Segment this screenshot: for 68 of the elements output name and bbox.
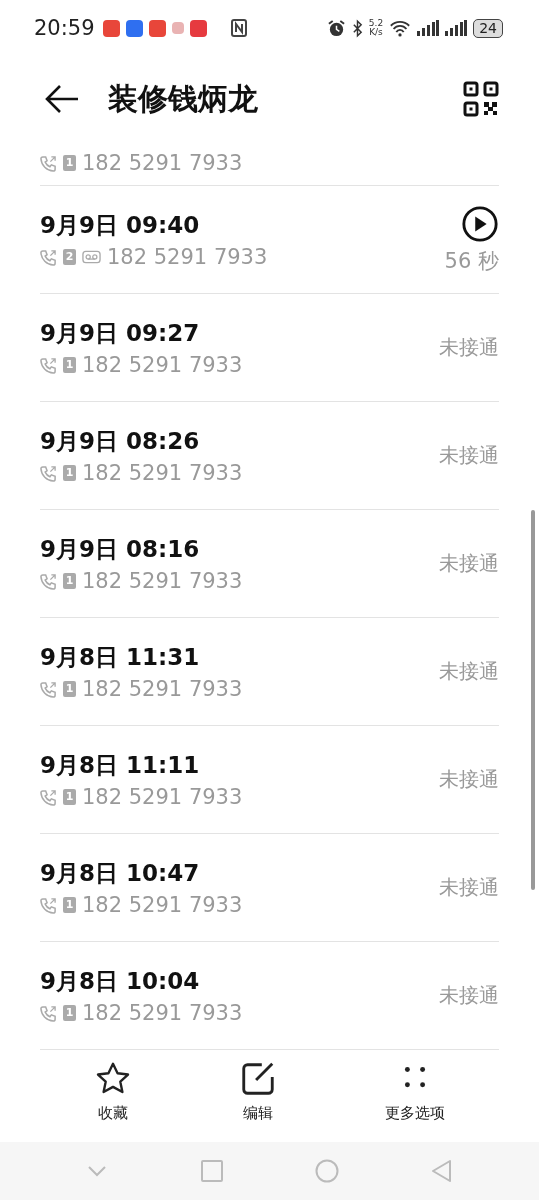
app-notification-icon — [189, 19, 207, 37]
sim-badge: 1 — [63, 465, 76, 481]
phone-icon — [40, 154, 57, 172]
bluetooth-icon — [351, 18, 363, 38]
call-status: 未接通 — [439, 442, 499, 469]
call-date-time: 9月8日 11:31 — [40, 643, 201, 672]
phone-icon — [40, 464, 57, 482]
qr-code-icon[interactable] — [463, 81, 499, 117]
action-button[interactable]: 更多选项 — [375, 1056, 456, 1142]
action-button[interactable]: 收藏 — [83, 1056, 142, 1142]
battery-level: 24 — [473, 18, 503, 38]
phone-icon — [40, 896, 57, 914]
phone-number: 182 5291 7933 — [82, 785, 243, 809]
sim-badge: 1 — [63, 789, 76, 805]
voicemail-icon — [82, 250, 101, 264]
wifi-icon — [389, 18, 412, 38]
sim-badge: 1 — [63, 1005, 76, 1021]
call-status: 未接通 — [439, 658, 499, 685]
call-status: 未接通 — [439, 550, 499, 577]
phone-icon — [40, 788, 57, 806]
contact-name-title: 装修钱炳龙 — [108, 79, 259, 118]
phone-number: 182 5291 7933 — [82, 677, 243, 701]
action-button[interactable]: 编辑 — [229, 1056, 288, 1142]
phone-icon — [40, 680, 57, 698]
phone-number: 182 5291 7933 — [82, 151, 243, 175]
alarm-icon — [326, 18, 346, 38]
phone-icon — [40, 1004, 57, 1022]
home-icon[interactable] — [314, 1159, 339, 1183]
call-duration: 56 秒 — [444, 247, 499, 275]
phone-number: 182 5291 7933 — [107, 245, 268, 269]
sim-badge: 2 — [63, 249, 76, 265]
phone-number: 182 5291 7933 — [82, 893, 243, 917]
phone-number: 182 5291 7933 — [82, 569, 243, 593]
phone-icon — [40, 356, 57, 374]
call-status: 未接通 — [439, 874, 499, 901]
recents-icon[interactable] — [200, 1159, 225, 1183]
phone-number: 182 5291 7933 — [82, 353, 243, 377]
phone-number: 182 5291 7933 — [82, 461, 243, 485]
sim-badge: 1 — [63, 897, 76, 913]
nfc-icon — [230, 19, 247, 37]
call-date-time: 9月8日 11:11 — [40, 751, 201, 780]
back-icon[interactable] — [429, 1159, 454, 1183]
phone-number: 182 5291 7933 — [82, 1001, 243, 1025]
network-speed: 5.2 K/s — [368, 19, 384, 37]
call-date-time: 9月9日 09:40 — [40, 211, 201, 240]
phone-icon — [40, 248, 57, 266]
call-status: 未接通 — [439, 334, 499, 361]
call-date-time: 9月8日 10:04 — [40, 967, 201, 996]
sim-badge: 1 — [63, 155, 76, 171]
app-notification-icon — [148, 19, 166, 37]
call-status: 未接通 — [439, 982, 499, 1009]
call-status: 未接通 — [439, 766, 499, 793]
call-date-time: 9月9日 08:26 — [40, 427, 201, 456]
call-date-time: 9月8日 10:47 — [40, 859, 201, 888]
phone-icon — [40, 572, 57, 590]
call-date-time: 9月9日 08:16 — [40, 535, 201, 564]
back-arrow-icon[interactable] — [44, 84, 80, 114]
call-date-time: 9月9日 09:27 — [40, 319, 201, 348]
play-icon[interactable] — [461, 204, 499, 243]
app-notification-icon — [102, 19, 120, 37]
signal-icon — [417, 20, 440, 36]
signal-icon — [445, 20, 468, 36]
sim-badge: 1 — [63, 357, 76, 373]
app-notification-icon — [171, 22, 184, 34]
sim-badge: 1 — [63, 573, 76, 589]
app-notification-icon — [125, 19, 143, 37]
sim-badge: 1 — [63, 681, 76, 697]
clock-time: 20:59 — [34, 16, 95, 40]
